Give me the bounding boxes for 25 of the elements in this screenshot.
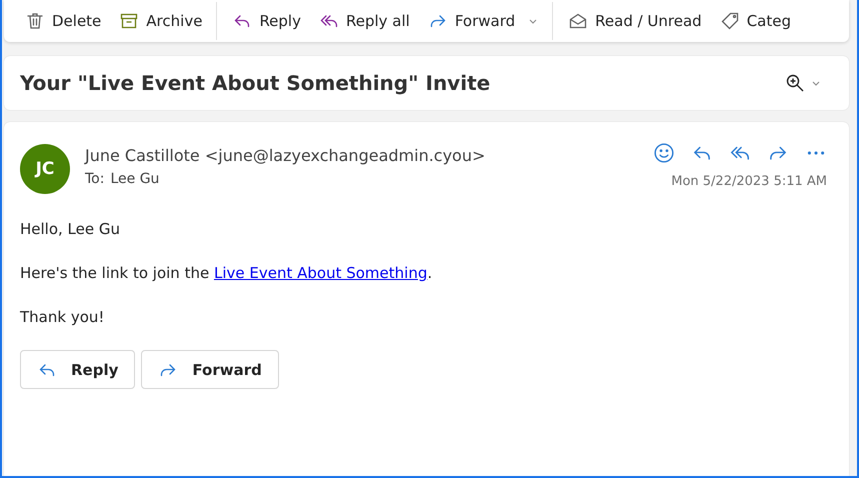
sender-name: June Castillote <june@lazyexchangeadmin.cyou> bbox=[85, 146, 486, 165]
email-subject: Your "Live Event About Something" Invite bbox=[20, 71, 492, 95]
body-text: Here's the link to join the Live Event About Something. bbox=[20, 264, 434, 282]
archive-box-icon bbox=[119, 11, 140, 31]
forward-button[interactable]: Forward bbox=[141, 350, 279, 389]
read-button[interactable]: Read / Unread bbox=[559, 5, 711, 37]
smiley-icon[interactable] bbox=[653, 142, 675, 164]
to-label: To: bbox=[85, 171, 104, 187]
reply-button[interactable]: Reply bbox=[20, 350, 136, 389]
zoom-in-icon[interactable] bbox=[785, 73, 805, 93]
delete-button[interactable]: Delete bbox=[16, 5, 110, 37]
archive-button[interactable]: Archive bbox=[110, 2, 218, 40]
open-envelope-icon bbox=[568, 11, 588, 31]
trash-icon bbox=[25, 11, 45, 31]
category-button[interactable]: Categ bbox=[710, 5, 800, 37]
message-date: Mon 5/22/2023 5:11 AM bbox=[671, 174, 827, 189]
tag-icon bbox=[720, 11, 740, 31]
closing-text: Thank you! bbox=[20, 308, 106, 326]
sender-avatar: JC bbox=[20, 144, 70, 194]
recipient-name: Lee Gu bbox=[110, 171, 160, 187]
reply-all-button[interactable]: Reply all bbox=[310, 5, 419, 37]
event-link[interactable]: Live Event About Something bbox=[214, 264, 428, 282]
reply-button[interactable]: Reply bbox=[223, 5, 310, 37]
forward-button[interactable]: Forward bbox=[418, 2, 554, 40]
greeting-text: Hello, Lee Gu bbox=[20, 220, 122, 238]
